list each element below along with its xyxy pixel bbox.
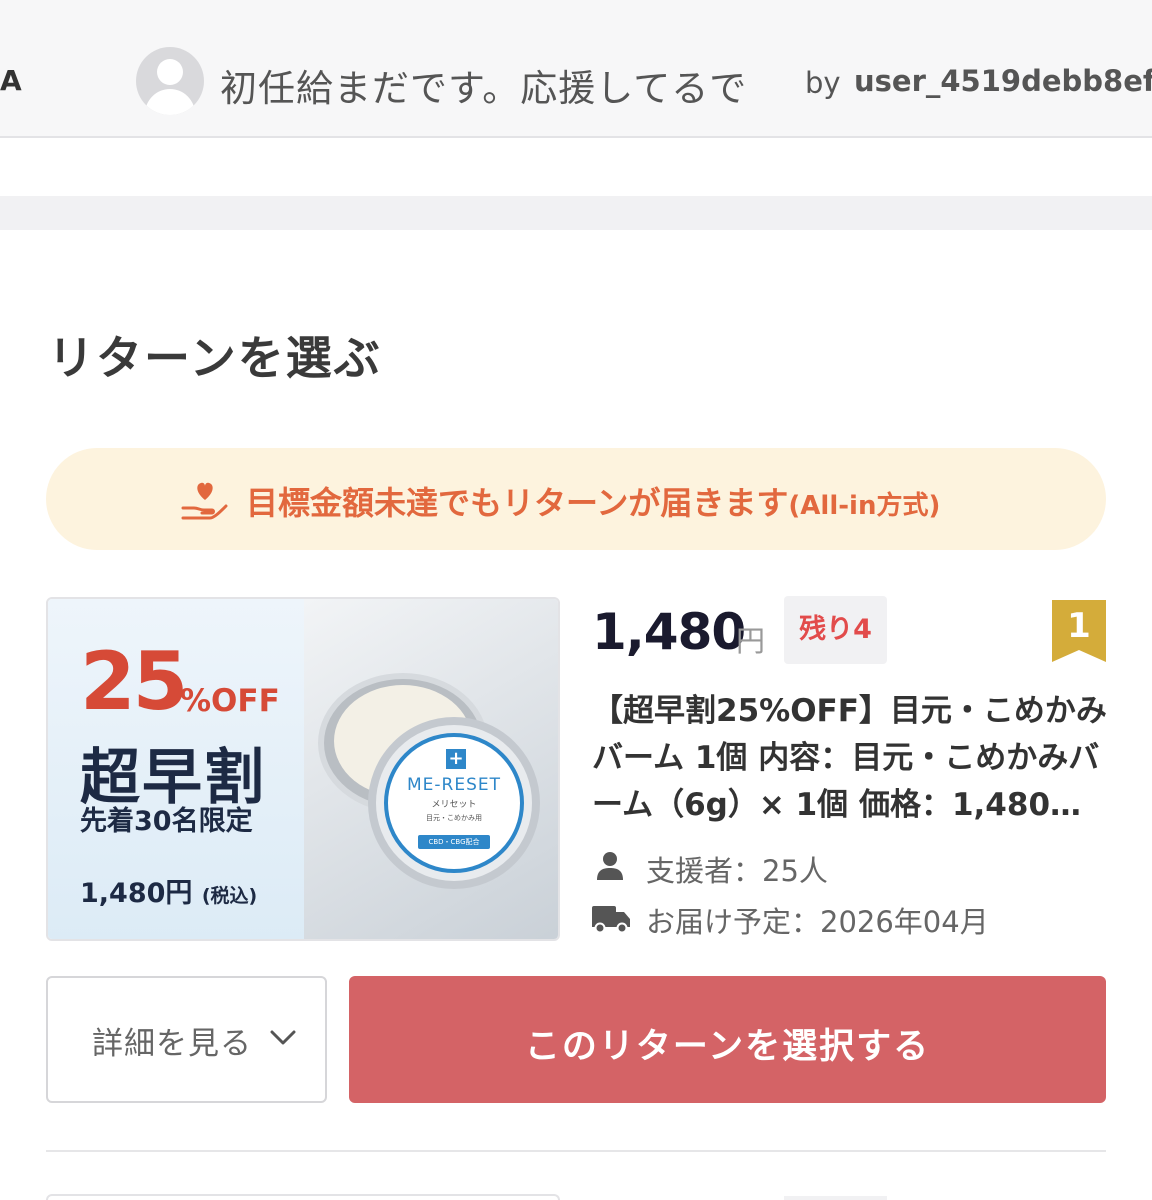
support-message-ticker: A 初任給まだです。応援してるで by user_4519debb8ef4 — [0, 0, 1152, 138]
person-icon — [597, 852, 623, 880]
select-reward-label: このリターンを選択する — [524, 1027, 931, 1067]
tin-label: + ME-RESET メリセット 目元・こめかみ用 CBD・CBG配合 — [384, 733, 524, 873]
section-separator — [0, 196, 1152, 230]
promo-panel: 25 %OFF 超早割 先着30名限定 1,480円 (税込) — [48, 599, 304, 939]
price-currency: 円 — [736, 624, 766, 658]
section-title: リターンを選ぶ — [48, 331, 382, 385]
promo-limit: 先着30名限定 — [80, 806, 253, 837]
reward-title[interactable]: 【超早割25%OFF】目元・こめかみバーム 1個 内容：目元・こめかみバーム（6… — [592, 688, 1107, 828]
message-username[interactable]: user_4519debb8ef4 — [854, 64, 1152, 98]
product-brand: ME-RESET — [406, 775, 501, 795]
allin-notice-suffix: (All-in方式) — [788, 491, 941, 521]
avatar-head-shape — [157, 59, 183, 85]
rank-number: 1 — [1067, 606, 1091, 646]
support-message: 初任給まだです。応援してるで — [220, 67, 748, 110]
reward-image[interactable]: 25 %OFF 超早割 先着30名限定 1,480円 (税込) + ME-RES… — [46, 597, 560, 941]
divider — [46, 1150, 1106, 1152]
promo-price: 1,480円 (税込) — [80, 878, 258, 909]
chevron-down-icon — [270, 1030, 296, 1045]
product-tag: CBD・CBG配合 — [418, 835, 490, 849]
view-details-label: 詳細を見る — [92, 1026, 252, 1062]
promo-percent: 25 — [80, 635, 188, 728]
ticker-truncated-text: A — [0, 64, 22, 97]
promo-percent-suffix: %OFF — [180, 683, 280, 719]
avatar — [136, 47, 204, 115]
product-photo: + ME-RESET メリセット 目元・こめかみ用 CBD・CBG配合 — [304, 599, 558, 939]
product-desc: 目元・こめかみ用 — [426, 814, 482, 822]
supporter-count: 支援者：25人 — [646, 854, 828, 888]
allin-notice-text: 目標金額未達でもリターンが届きます(All-in方式) — [246, 484, 941, 522]
message-by-label: by — [805, 66, 841, 100]
view-details-button[interactable]: 詳細を見る — [46, 976, 327, 1103]
reward-price: 1,480 — [592, 603, 746, 661]
stock-remaining-badge: 残り4 — [784, 596, 887, 664]
tin-body-shape: + ME-RESET メリセット 目元・こめかみ用 CBD・CBG配合 — [368, 717, 540, 889]
next-stock-badge-edge — [784, 1196, 887, 1200]
delivery-schedule: お届け予定：2026年04月 — [646, 905, 989, 939]
truck-icon — [592, 906, 630, 934]
product-kana: メリセット — [431, 800, 477, 810]
next-reward-image-edge — [46, 1194, 560, 1200]
select-reward-button[interactable]: このリターンを選択する — [349, 976, 1106, 1103]
avatar-body-shape — [145, 89, 195, 115]
heart-hand-icon — [181, 482, 228, 520]
plus-icon: + — [446, 749, 466, 769]
